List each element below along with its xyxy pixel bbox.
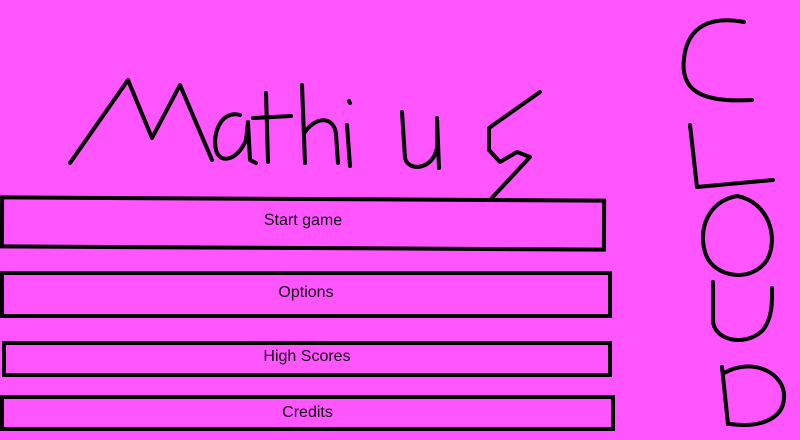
main-menu-screen: Start game Options High Scores Credits [0,0,800,440]
cloud-vertical-logo [681,18,787,427]
game-title-logo [68,78,542,202]
credits-label: Credits [282,404,333,421]
title-letter-t-bar [251,114,293,120]
start-game-label: Start game [263,211,343,230]
cloud-letter-d [720,364,787,427]
title-letter-i-dot [347,99,352,105]
cloud-letter-c [681,18,754,103]
high-scores-button[interactable]: High Scores [2,341,612,377]
credits-button[interactable]: Credits [0,395,615,431]
title-letter-m-big [68,78,214,165]
cloud-letter-o [700,194,774,277]
title-letter-i-stem [345,123,352,168]
high-scores-label: High Scores [263,348,351,365]
title-letter-s [487,90,542,202]
start-game-button[interactable]: Start game [0,195,607,252]
title-letter-h [300,83,340,165]
cloud-letter-l [688,123,775,189]
title-letter-t-stem [264,91,270,164]
title-letter-u [400,110,441,170]
title-letter-a [213,112,258,165]
options-label: Options [278,284,334,301]
options-button[interactable]: Options [0,271,612,318]
cloud-letter-u [711,280,775,342]
